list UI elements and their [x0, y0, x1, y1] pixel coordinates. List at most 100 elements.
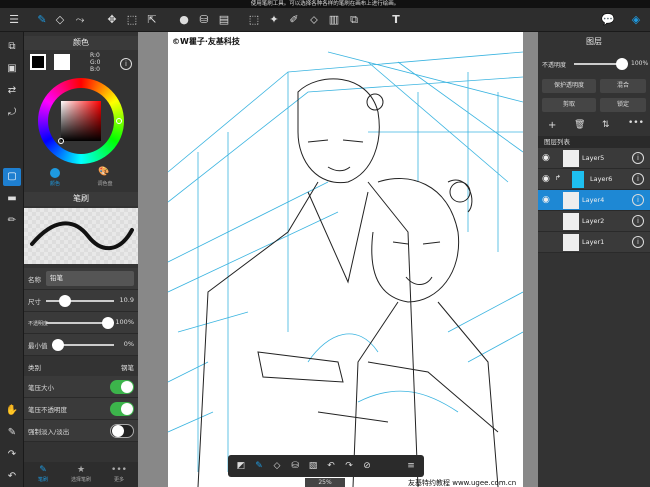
- brush-name-field[interactable]: 铅笔: [46, 271, 134, 286]
- eye-icon[interactable]: ◉: [542, 174, 550, 184]
- gradient-icon[interactable]: ▤: [216, 12, 232, 28]
- color-tab-label[interactable]: 颜色: [42, 180, 68, 187]
- canvas-watermark: ©W瞿子·友基科技: [172, 37, 240, 46]
- add-layer-icon[interactable]: +: [548, 120, 556, 131]
- hint-bar: 使用笔刷工具。可以选择各种各样的笔刷在画布上进行绘画。: [0, 0, 650, 8]
- delete-layer-icon[interactable]: 🗑: [574, 120, 585, 130]
- menu-icon[interactable]: ≡: [404, 459, 418, 473]
- brush-size-knob[interactable]: [59, 295, 71, 307]
- brush-icon[interactable]: ✎: [252, 459, 266, 473]
- select-rect-icon[interactable]: ⬚: [246, 12, 262, 28]
- brush-size-slider[interactable]: [46, 300, 114, 302]
- sv-handle[interactable]: [58, 138, 64, 144]
- palette-icon[interactable]: 🎨: [98, 167, 109, 177]
- layer-row[interactable]: ◉ Layer5 i: [538, 148, 650, 169]
- layer-info-icon[interactable]: i: [632, 194, 644, 206]
- tab-more[interactable]: ••• 更多: [100, 464, 138, 483]
- fill-icon[interactable]: ●: [176, 12, 192, 28]
- brush-min-knob[interactable]: [52, 339, 64, 351]
- flip-icon[interactable]: ⇄: [3, 82, 21, 100]
- text-icon[interactable]: T: [388, 12, 404, 28]
- blend-button[interactable]: 混合: [600, 79, 646, 93]
- layer-info-icon[interactable]: i: [632, 236, 644, 248]
- layer-opacity-slider[interactable]: [574, 63, 622, 65]
- rotate-icon[interactable]: ⤾: [3, 104, 21, 122]
- redo-icon[interactable]: ↷: [342, 459, 356, 473]
- layer-info-icon[interactable]: i: [632, 173, 644, 185]
- layer-opacity-knob[interactable]: [616, 58, 628, 70]
- layer-thumbnail: [563, 192, 579, 209]
- layers-icon[interactable]: ◈: [628, 12, 644, 28]
- select-fill-icon[interactable]: ▥: [326, 12, 342, 28]
- select-pen-icon[interactable]: ✐: [286, 12, 302, 28]
- lock-button[interactable]: 锁定: [600, 98, 646, 112]
- menu-icon[interactable]: ☰: [6, 12, 22, 28]
- hue-handle[interactable]: [116, 118, 122, 124]
- layer-more-icon[interactable]: •••: [628, 118, 644, 128]
- redo-icon[interactable]: ↷: [3, 446, 21, 464]
- color-swap-icon[interactable]: ◩: [234, 459, 248, 473]
- brush-type-row[interactable]: 类别 钢笔: [24, 356, 138, 378]
- brush-min-label: 最小值: [28, 342, 48, 350]
- layer-row[interactable]: Layer2 i: [538, 211, 650, 232]
- brush-icon[interactable]: ✎: [34, 12, 50, 28]
- select-eraser-icon[interactable]: ⬦: [306, 12, 322, 28]
- primary-color-swatch[interactable]: [30, 54, 46, 70]
- color-wheel[interactable]: [38, 78, 124, 164]
- fade-toggle[interactable]: [110, 424, 134, 438]
- brush-type-label: 类别: [28, 364, 41, 372]
- panel-toggle-icon[interactable]: ▢: [3, 168, 21, 186]
- eye-icon[interactable]: ◉: [542, 195, 550, 205]
- clear-icon[interactable]: ▣: [3, 60, 21, 78]
- layer-row[interactable]: ◉ ↱ Layer6 i: [538, 169, 650, 190]
- move-icon[interactable]: ✥: [104, 12, 120, 28]
- layer-info-icon[interactable]: i: [632, 215, 644, 227]
- tab-brush[interactable]: ✎ 笔刷: [24, 464, 62, 483]
- brush-opacity-knob[interactable]: [102, 317, 114, 329]
- pen-icon[interactable]: ✎: [3, 424, 21, 442]
- color-info-icon[interactable]: i: [120, 58, 132, 70]
- zoom-indicator[interactable]: 25%: [305, 478, 345, 487]
- color-picker-icon[interactable]: ▬: [3, 190, 21, 208]
- bucket-icon[interactable]: ⛁: [196, 12, 212, 28]
- tab-select-brush[interactable]: ★ 选择笔刷: [62, 464, 100, 483]
- saturation-square[interactable]: [61, 101, 101, 141]
- protect-alpha-button[interactable]: 保护透明度: [542, 79, 596, 93]
- magic-wand-icon[interactable]: ✦: [266, 12, 282, 28]
- export-icon[interactable]: ⇱: [144, 12, 160, 28]
- lock-label: 锁定: [616, 101, 629, 108]
- move-layer-icon[interactable]: ⇅: [602, 120, 610, 130]
- layer-list-title: 图层列表: [538, 136, 650, 148]
- drawing-canvas[interactable]: ©W瞿子·友基科技 友基特约教程 www.ugee.com.cn: [168, 32, 523, 487]
- undo-icon[interactable]: ↶: [3, 468, 21, 486]
- eraser-icon[interactable]: ◇: [270, 459, 284, 473]
- layer-row[interactable]: Layer1 i: [538, 232, 650, 253]
- no-entry-icon[interactable]: ⊘: [360, 459, 374, 473]
- color-tab-icon[interactable]: [50, 168, 60, 178]
- brush-icon: ✎: [39, 465, 47, 475]
- fill-icon[interactable]: ⛁: [288, 459, 302, 473]
- secondary-color-swatch[interactable]: [54, 54, 70, 70]
- eye-icon[interactable]: ◉: [542, 153, 550, 163]
- eraser-icon[interactable]: ◇: [52, 12, 68, 28]
- brush-size-value: 10.9: [119, 296, 134, 304]
- clip-button[interactable]: 剪取: [542, 98, 596, 112]
- brush-opacity-slider[interactable]: [46, 322, 110, 324]
- clear-layer-icon[interactable]: ▧: [306, 459, 320, 473]
- hand-icon[interactable]: ✋: [3, 402, 21, 420]
- pressure-opacity-toggle[interactable]: [110, 402, 134, 416]
- pressure-size-toggle[interactable]: [110, 380, 134, 394]
- layer-row-selected[interactable]: ◉ Layer4 i: [538, 190, 650, 211]
- layer-thumbnail: [563, 150, 579, 167]
- layers-title: 图层: [586, 37, 602, 46]
- eyedropper-icon[interactable]: ✏: [3, 212, 21, 230]
- layer-info-icon[interactable]: i: [632, 152, 644, 164]
- crop-icon[interactable]: ⧉: [346, 12, 362, 28]
- undo-icon[interactable]: ↶: [324, 459, 338, 473]
- smudge-icon[interactable]: ⤳: [72, 12, 88, 28]
- chat-icon[interactable]: 💬: [600, 12, 616, 28]
- clip-label: 剪取: [562, 101, 575, 108]
- copy-icon[interactable]: ⧉: [3, 38, 21, 56]
- palette-tab-label[interactable]: 调色盘: [92, 180, 118, 187]
- transform-icon[interactable]: ⬚: [124, 12, 140, 28]
